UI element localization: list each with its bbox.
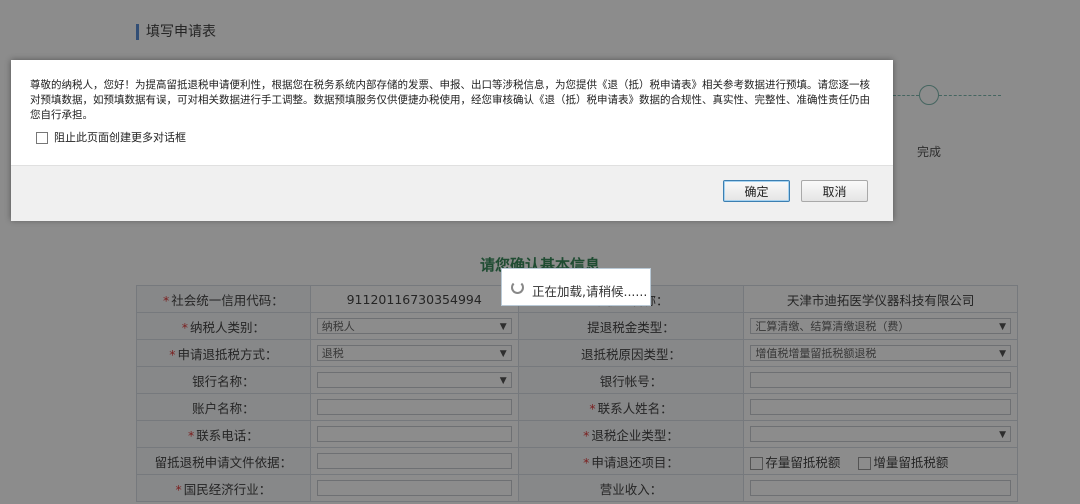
dialog-message: 尊敬的纳税人，您好！为提高留抵退税申请便利性，根据您在税务系统内部存储的发票、申… — [30, 79, 870, 121]
cancel-button[interactable]: 取消 — [801, 180, 868, 202]
block-dialogs-label: 阻止此页面创建更多对话框 — [54, 131, 186, 144]
loading-indicator: 正在加载,请稍候...... — [501, 268, 651, 306]
ok-button[interactable]: 确定 — [723, 180, 790, 202]
checkbox-box — [36, 132, 48, 144]
loading-text: 正在加载,请稍候...... — [532, 284, 648, 299]
dialog-footer: 确定 取消 — [11, 165, 893, 221]
block-dialogs-checkbox[interactable]: 阻止此页面创建更多对话框 — [36, 129, 186, 145]
prefill-notice-dialog: 尊敬的纳税人，您好！为提高留抵退税申请便利性，根据您在税务系统内部存储的发票、申… — [11, 60, 893, 221]
spinner-icon — [511, 281, 524, 294]
